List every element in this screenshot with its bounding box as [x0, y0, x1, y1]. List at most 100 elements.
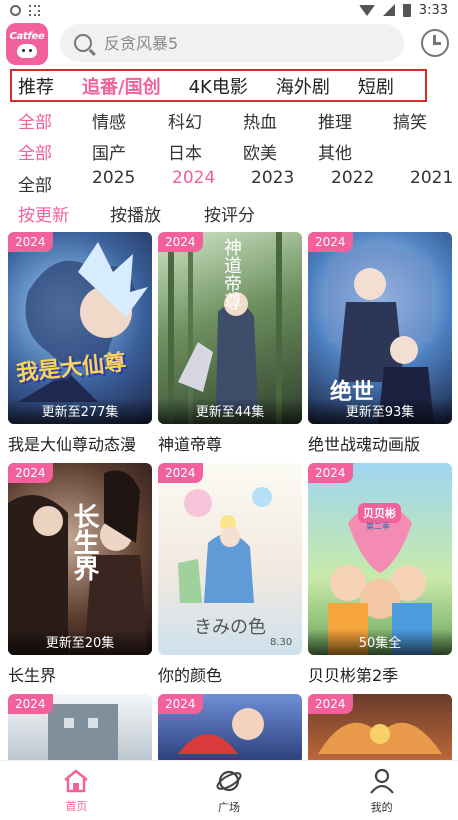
sync-icon [10, 4, 21, 16]
year-badge: 2024 [158, 694, 203, 714]
battery-icon [402, 3, 411, 17]
sort-chip[interactable]: 按评分 [204, 201, 255, 226]
year-badge: 2024 [8, 232, 53, 252]
home-icon [64, 769, 89, 792]
nav-plaza[interactable]: 广场 [153, 761, 306, 820]
wifi-icon [358, 4, 375, 16]
search-icon [74, 34, 92, 52]
status-bar: 3:33 [0, 0, 458, 20]
video-card[interactable]: 我是大仙尊 2024 更新至277集 我是大仙尊动态漫 [8, 232, 152, 455]
region-chip[interactable]: 国产 [92, 139, 126, 164]
card-title: 你的颜色 [158, 666, 223, 685]
episode-label: 50集全 [308, 629, 452, 655]
genre-chip[interactable]: 搞笑 [393, 108, 427, 133]
tab-recommend[interactable]: 推荐 [18, 73, 54, 99]
year-filter: 全部 2025 2024 2023 2022 2021 [0, 168, 458, 196]
nav-profile-label: 我的 [370, 800, 393, 814]
notification-icon [29, 4, 40, 16]
video-card[interactable]: 长生界 2024 更新至20集 长生界 [8, 463, 152, 686]
category-tabs: 推荐 追番/国创 4K电影 海外剧 短剧 [10, 69, 427, 102]
year-chip[interactable]: 2022 [331, 168, 374, 188]
user-icon [369, 768, 394, 794]
region-chip[interactable]: 全部 [18, 139, 52, 164]
year-chip[interactable]: 2021 [410, 168, 453, 188]
card-title: 长生界 [8, 666, 57, 685]
episode-label: 更新至93集 [308, 398, 452, 424]
genre-chip[interactable]: 全部 [18, 108, 52, 133]
video-card[interactable]: 绝世 2024 更新至93集 绝世战魂动画版 [308, 232, 452, 455]
poster-image: 我是大仙尊 2024 更新至277集 [8, 232, 152, 424]
poster-image: 绝世 2024 更新至93集 [308, 232, 452, 424]
year-badge: 2024 [308, 463, 353, 483]
sort-chip[interactable]: 按播放 [110, 201, 161, 226]
episode-label: 更新至20集 [8, 629, 152, 655]
year-chip[interactable]: 2024 [172, 168, 215, 188]
poster-image: 贝贝彬 第二季 2024 50集全 [308, 463, 452, 655]
planet-icon [216, 770, 242, 791]
poster-image: 长生界 2024 更新至20集 [8, 463, 152, 655]
tab-anime[interactable]: 追番/国创 [82, 73, 161, 99]
poster-image: きみの色 8.30 2024 [158, 463, 302, 655]
region-chip[interactable]: 日本 [168, 139, 202, 164]
card-title: 神道帝尊 [158, 435, 223, 454]
year-badge: 2024 [158, 463, 203, 483]
year-badge: 2024 [8, 463, 53, 483]
tab-overseas[interactable]: 海外剧 [276, 73, 330, 99]
nav-plaza-label: 广场 [218, 800, 240, 814]
genre-chip[interactable]: 情感 [92, 108, 126, 133]
nav-home[interactable]: 首页 [0, 761, 153, 820]
bunny-icon [17, 43, 37, 58]
nav-home-label: 首页 [65, 799, 88, 813]
video-card[interactable]: 2024 [8, 694, 152, 764]
region-chip[interactable]: 其他 [318, 139, 352, 164]
card-title: 绝世战魂动画版 [308, 435, 421, 454]
poster-image: 2024 [158, 694, 302, 764]
episode-label: 更新至44集 [158, 398, 302, 424]
video-card[interactable]: 2024 [308, 694, 452, 764]
card-title: 我是大仙尊动态漫 [8, 435, 137, 454]
genre-chip[interactable]: 热血 [243, 108, 277, 133]
sort-chip[interactable]: 按更新 [18, 201, 69, 226]
genre-filter: 全部 情感 科幻 热血 推理 搞笑 [0, 108, 458, 136]
year-badge: 2024 [308, 694, 353, 714]
search-input[interactable] [104, 33, 364, 53]
history-icon[interactable] [421, 29, 449, 57]
video-card[interactable]: 神道帝尊 2024 更新至44集 神道帝尊 [158, 232, 302, 455]
app-logo[interactable]: Catfee [6, 23, 48, 65]
poster-title-art: 长生界 [69, 503, 99, 581]
year-badge: 2024 [308, 232, 353, 252]
search-bar[interactable] [60, 24, 404, 62]
poster-subtitle: 第二季 [366, 522, 390, 531]
year-badge: 2024 [158, 232, 203, 252]
video-card[interactable]: 2024 [158, 694, 302, 764]
tab-4k-movie[interactable]: 4K电影 [189, 73, 248, 99]
poster-art [328, 503, 432, 655]
video-card[interactable]: きみの色 8.30 2024 你的颜色 [158, 463, 302, 686]
bottom-nav: 首页 广场 我的 [0, 760, 458, 820]
tab-short-drama[interactable]: 短剧 [358, 73, 394, 99]
status-time: 3:33 [418, 2, 448, 18]
poster-logo: 贝贝彬 [358, 503, 401, 523]
nav-profile[interactable]: 我的 [305, 761, 458, 820]
genre-chip[interactable]: 推理 [318, 108, 352, 133]
region-filter: 全部 国产 日本 欧美 其他 [0, 139, 458, 167]
year-chip[interactable]: 全部 [18, 171, 52, 196]
poster-image: 2024 [308, 694, 452, 764]
poster-image: 神道帝尊 2024 更新至44集 [158, 232, 302, 424]
episode-label: 更新至277集 [8, 398, 152, 424]
poster-date: 8.30 [270, 637, 293, 648]
app-header: Catfee [0, 20, 458, 66]
year-chip[interactable]: 2025 [92, 168, 135, 188]
poster-title-art: きみの色 [194, 617, 266, 638]
year-badge: 2024 [8, 694, 53, 714]
logo-text: Catfee [9, 30, 45, 42]
signal-icon [382, 4, 395, 16]
video-card[interactable]: 贝贝彬 第二季 2024 50集全 贝贝彬第2季 [308, 463, 452, 686]
poster-image: 2024 [8, 694, 152, 764]
year-chip[interactable]: 2023 [251, 168, 294, 188]
poster-art [18, 242, 148, 402]
poster-title-art: 神道帝尊 [221, 238, 242, 310]
region-chip[interactable]: 欧美 [243, 139, 277, 164]
genre-chip[interactable]: 科幻 [168, 108, 202, 133]
card-title: 贝贝彬第2季 [308, 666, 399, 685]
